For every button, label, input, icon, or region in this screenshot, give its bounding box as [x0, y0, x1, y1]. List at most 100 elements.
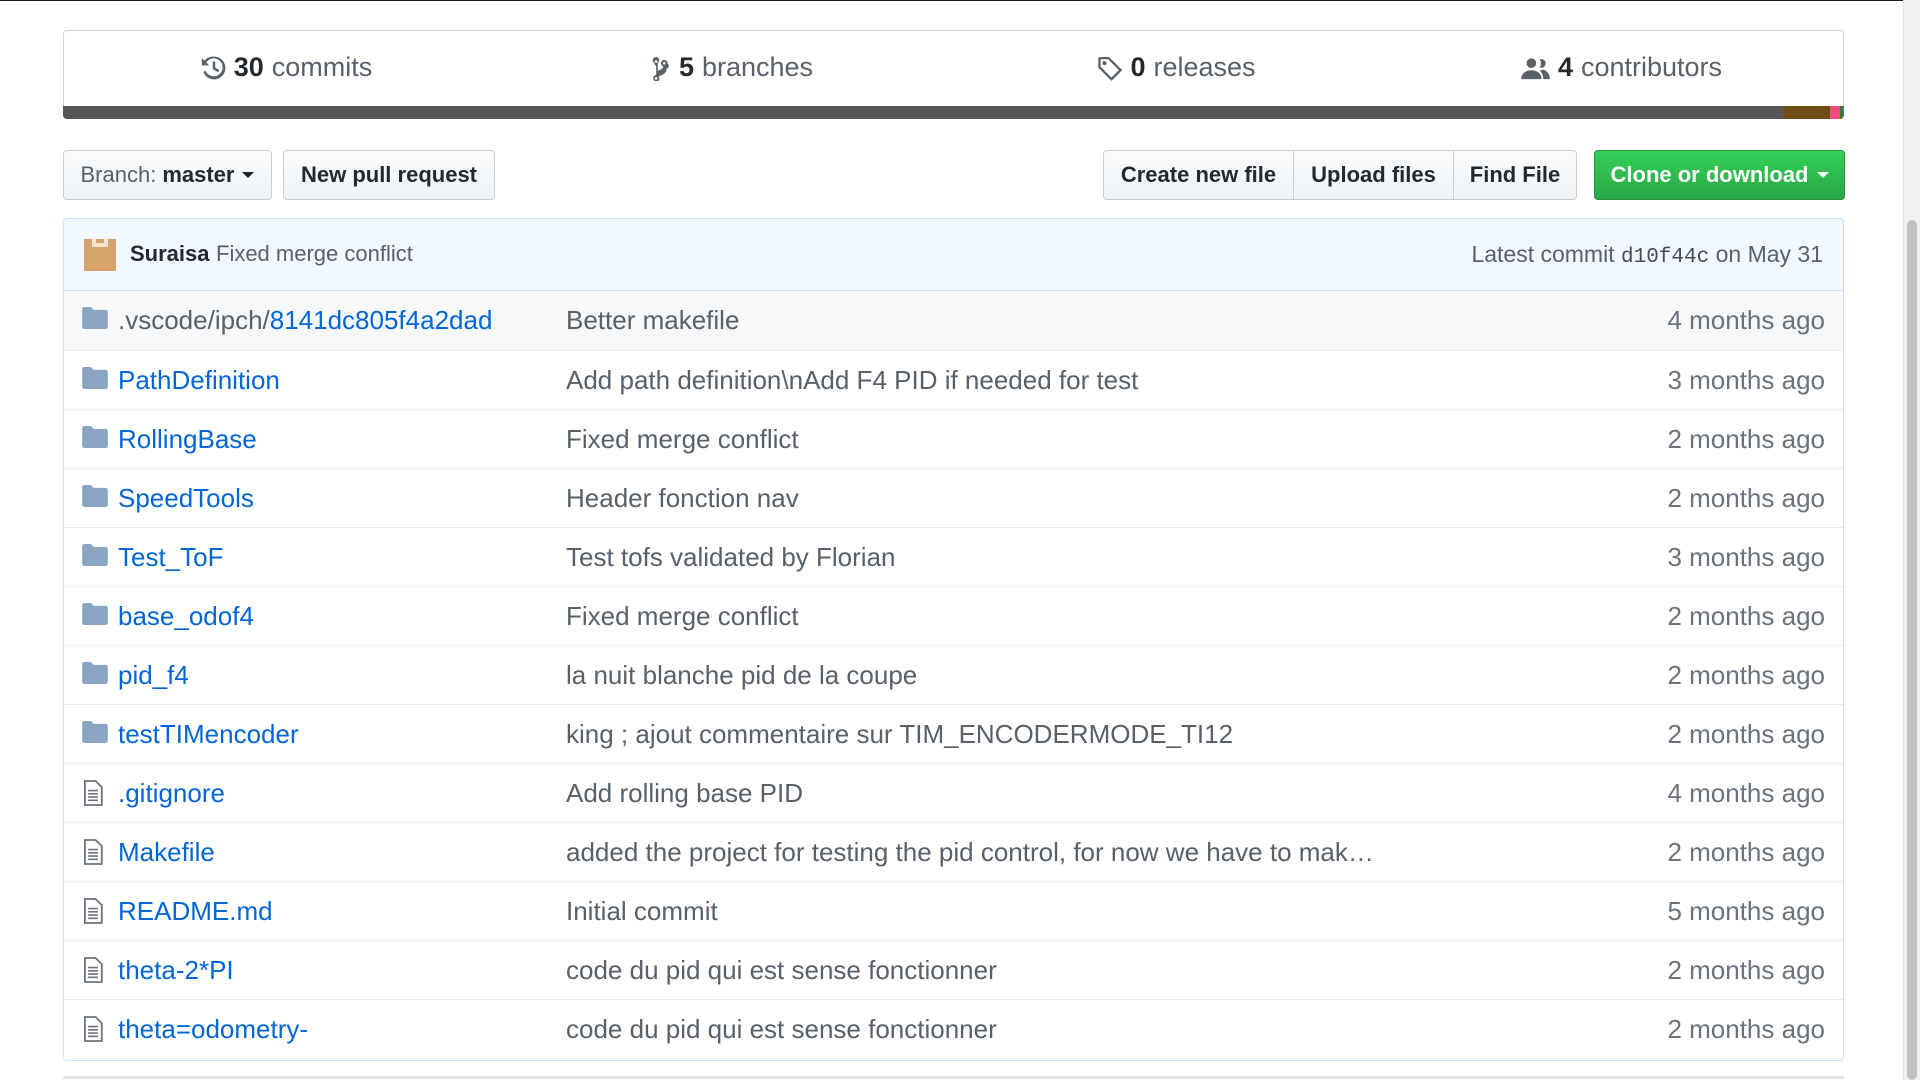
- file-commit-age: 2 months ago: [1667, 1014, 1825, 1044]
- contributors-link[interactable]: 4 contributors: [1399, 31, 1844, 104]
- file-commit-message-link[interactable]: Better makefile: [566, 305, 739, 336]
- folder-icon: [82, 603, 108, 629]
- releases-link[interactable]: 0 releases: [954, 31, 1399, 104]
- commits-count: 30: [233, 52, 264, 82]
- commit-message-link[interactable]: Fixed merge conflict: [216, 241, 413, 267]
- contributors-label: contributors: [1580, 52, 1723, 82]
- folder-icon: [82, 662, 108, 688]
- git-branch-icon: [650, 55, 672, 81]
- file-name-link[interactable]: pid_f4: [118, 660, 189, 691]
- file-table: Suraisa Fixed merge conflict Latest comm…: [63, 218, 1844, 1061]
- branches-count: 5: [678, 52, 694, 82]
- language-bar[interactable]: [63, 106, 1844, 119]
- new-pull-request-button[interactable]: New pull request: [283, 150, 495, 200]
- folder-icon: [82, 485, 108, 511]
- file-name-link[interactable]: theta-2*PI: [118, 955, 234, 986]
- file-name-link[interactable]: RollingBase: [118, 424, 257, 455]
- next-box-border: [63, 1076, 1844, 1079]
- commit-date: on May 31: [1715, 241, 1823, 267]
- file-row: .vscode/ipch/8141dc805f4a2dad Better make…: [64, 291, 1843, 350]
- create-new-file-button[interactable]: Create new file: [1103, 150, 1294, 200]
- file-name: .gitignore: [118, 778, 225, 808]
- branches-label: branches: [701, 52, 814, 82]
- branch-select-button[interactable]: Branch: master: [63, 150, 272, 200]
- folder-icon: [82, 544, 108, 570]
- file-commit-message-link[interactable]: Test tofs validated by Florian: [566, 542, 896, 573]
- clone-label: Clone or download: [1610, 162, 1809, 187]
- file-name: RollingBase: [118, 424, 257, 454]
- file-commit-age: 4 months ago: [1667, 305, 1825, 335]
- people-icon: [1521, 56, 1551, 80]
- file-commit-message-link[interactable]: la nuit blanche pid de la coupe: [566, 660, 917, 691]
- file-row: PathDefinition Add path definition\nAdd F…: [64, 350, 1843, 409]
- file-commit-message-link[interactable]: code du pid qui est sense fonctionner: [566, 1014, 997, 1045]
- file-commit-message-link[interactable]: Add rolling base PID: [566, 778, 803, 809]
- avatar[interactable]: [84, 239, 116, 271]
- commits-link[interactable]: 30 commits: [64, 31, 509, 104]
- file-name-link[interactable]: .vscode/ipch/8141dc805f4a2dad: [118, 305, 492, 336]
- folder-icon: [82, 367, 108, 393]
- file-name: PathDefinition: [118, 365, 280, 395]
- file-icon: [82, 898, 108, 924]
- file-name-link[interactable]: testTIMencoder: [118, 719, 299, 750]
- file-commit-age: 3 months ago: [1667, 542, 1825, 572]
- tag-icon: [1097, 55, 1123, 81]
- repo-summary: 30 commits 5 branches 0 releases 4 contr…: [63, 30, 1844, 119]
- scrollbar-thumb[interactable]: [1907, 220, 1917, 1080]
- file-name: README.md: [118, 896, 273, 926]
- file-name: pid_f4: [118, 660, 189, 690]
- file-commit-message-link[interactable]: Header fonction nav: [566, 483, 799, 514]
- file-name-link[interactable]: README.md: [118, 896, 273, 927]
- language-bar-segment[interactable]: [1829, 106, 1841, 119]
- page-scrollbar[interactable]: [1903, 0, 1920, 1080]
- file-name-link[interactable]: Test_ToF: [118, 542, 224, 573]
- file-row: base_odof4 Fixed merge conflict 2 months a…: [64, 586, 1843, 645]
- file-name: SpeedTools: [118, 483, 254, 513]
- language-bar-segment[interactable]: [63, 106, 1784, 119]
- file-row: Makefile added the project for testing th…: [64, 822, 1843, 881]
- file-name: 8141dc805f4a2dad: [269, 305, 493, 335]
- top-border: [0, 0, 1920, 1]
- find-file-button[interactable]: Find File: [1453, 150, 1577, 200]
- clone-or-download-button[interactable]: Clone or download: [1594, 150, 1845, 200]
- file-row: theta=odometry-code du pid qui est sense…: [64, 999, 1843, 1058]
- file-commit-age: 3 months ago: [1667, 365, 1825, 395]
- branch-name: master: [162, 162, 235, 187]
- commit-sha-link[interactable]: d10f44c: [1621, 246, 1709, 269]
- file-row: theta-2*PI code du pid qui est sense fonc…: [64, 940, 1843, 999]
- file-name-link[interactable]: Makefile: [118, 837, 215, 868]
- file-commit-message-link[interactable]: Initial commit: [566, 896, 718, 927]
- language-bar-segment[interactable]: [1783, 106, 1830, 119]
- branch-prefix: Branch:: [80, 162, 157, 187]
- file-row: .gitignore Add rolling base PID 4 months a…: [64, 763, 1843, 822]
- file-commit-message-link[interactable]: code du pid qui est sense fonctionner: [566, 955, 997, 986]
- branches-link[interactable]: 5 branches: [509, 31, 954, 104]
- file-row: RollingBase Fixed merge conflict 2 months …: [64, 409, 1843, 468]
- file-commit-age: 2 months ago: [1667, 719, 1825, 749]
- file-commit-age: 2 months ago: [1667, 837, 1825, 867]
- latest-commit-prefix: Latest commit: [1471, 241, 1615, 267]
- file-name-link[interactable]: theta=odometry-: [118, 1014, 308, 1045]
- file-name-link[interactable]: base_odof4: [118, 601, 254, 632]
- folder-icon: [82, 426, 108, 452]
- latest-commit-info: Latest commit d10f44c on May 31: [1471, 241, 1823, 269]
- file-commit-message-link[interactable]: king ; ajout commentaire sur TIM_ENCODER…: [566, 719, 1233, 750]
- file-name-link[interactable]: PathDefinition: [118, 365, 280, 396]
- file-commit-message-link[interactable]: Fixed merge conflict: [566, 424, 799, 455]
- upload-files-button[interactable]: Upload files: [1293, 150, 1454, 200]
- file-commit-message-link[interactable]: Fixed merge conflict: [566, 601, 799, 632]
- file-name-link[interactable]: .gitignore: [118, 778, 225, 809]
- folder-icon: [82, 307, 108, 333]
- file-name-link[interactable]: SpeedTools: [118, 483, 254, 514]
- history-icon: [201, 55, 227, 81]
- language-bar-segment[interactable]: [1842, 106, 1844, 119]
- file-icon: [82, 839, 108, 865]
- commit-author-link[interactable]: Suraisa: [130, 241, 210, 267]
- file-name: Test_ToF: [118, 542, 224, 572]
- file-path-prefix: .vscode/ipch/: [118, 305, 270, 335]
- file-commit-message-link[interactable]: Add path definition\nAdd F4 PID if neede…: [566, 365, 1138, 396]
- file-row: Test_ToF Test tofs validated by Florian 3 …: [64, 527, 1843, 586]
- releases-count: 0: [1130, 52, 1146, 82]
- file-commit-message-link[interactable]: added the project for testing the pid co…: [566, 837, 1374, 868]
- latest-commit-bar: Suraisa Fixed merge conflict Latest comm…: [64, 219, 1843, 291]
